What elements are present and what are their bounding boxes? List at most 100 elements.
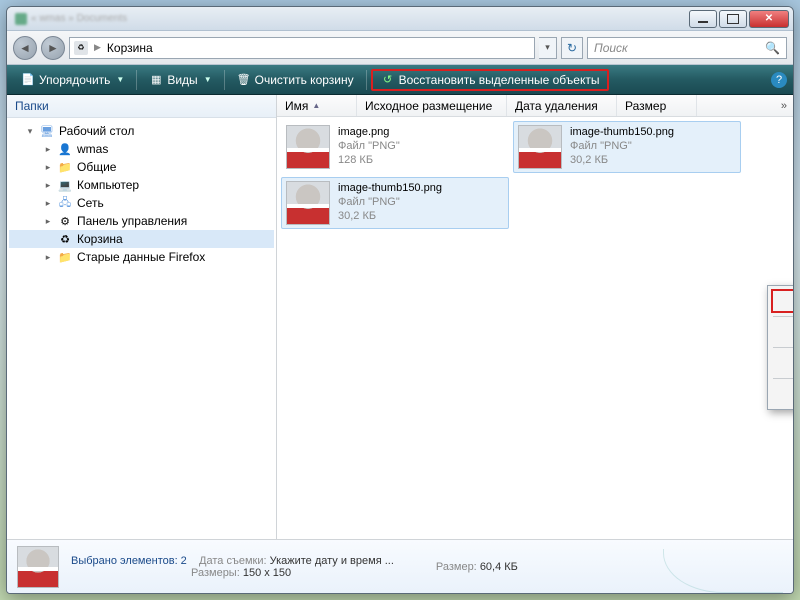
folder-icon: 📁 [57,250,73,264]
cmd-separator [224,70,225,90]
file-type: Файл "PNG" [338,196,442,210]
context-menu: Восстановить Вырезать Удалить Свойства [767,285,794,410]
file-type: Файл "PNG" [570,140,674,154]
ctx-properties[interactable]: Свойства [771,382,794,406]
restore-selected-button[interactable]: ↺ Восстановить выделенные объекты [371,69,610,91]
column-original-location[interactable]: Исходное размещение [357,95,507,116]
nav-forward-button[interactable]: ► [41,36,65,60]
search-input[interactable]: Поиск 🔍 [587,37,787,59]
expand-icon[interactable]: ▸ [43,144,53,155]
nav-pane: Папки ▾ 🖥 Рабочий стол ▸ 👤 wmas ▸ 📁 Общи… [7,95,277,539]
recycle-bin-icon: ♻ [74,41,88,55]
details-thumbnail [17,546,59,588]
restore-icon: ↺ [381,73,395,87]
close-button[interactable] [749,10,789,28]
size-value: 60,4 КБ [480,561,518,573]
nav-back-button[interactable]: ◄ [13,36,37,60]
tree-item-public[interactable]: ▸ 📁 Общие [9,158,274,176]
ctx-separator [773,347,794,348]
file-name: image-thumb150.png [570,126,674,140]
window-controls [687,10,789,28]
recycle-bin-icon: ♻ [57,232,73,246]
chevron-down-icon: ▼ [116,75,124,84]
file-size: 30,2 КБ [338,210,442,224]
file-size: 128 КБ [338,154,400,168]
network-icon: 🖧 [57,196,73,210]
ctx-restore[interactable]: Восстановить [771,289,794,313]
organize-menu[interactable]: 📄 Упорядочить▼ [13,70,132,90]
expand-icon[interactable]: ▸ [43,198,53,209]
help-button[interactable]: ? [771,72,787,88]
maximize-button[interactable] [719,10,747,28]
date-taken-value[interactable]: Укажите дату и время ... [270,555,394,567]
expand-icon[interactable]: ▸ [43,216,53,227]
date-taken-label: Дата съемки: [199,555,266,567]
dimensions-label: Размеры: [191,567,240,579]
dimensions-value: 150 x 150 [243,567,291,579]
nav-bar: ◄ ► ♻ ▶ Корзина ▾ ↻ Поиск 🔍 [7,31,793,65]
search-icon[interactable]: 🔍 [765,41,780,55]
file-size: 30,2 КБ [570,154,674,168]
file-tile[interactable]: image-thumb150.png Файл "PNG" 30,2 КБ [513,121,741,173]
expand-icon[interactable]: ▸ [43,180,53,191]
tree-item-control-panel[interactable]: ▸ ⚙ Панель управления [9,212,274,230]
tree-item-label: Компьютер [77,178,139,192]
ctx-delete[interactable]: Удалить [771,351,794,375]
explorer-body: Папки ▾ 🖥 Рабочий стол ▸ 👤 wmas ▸ 📁 Общи… [7,95,793,539]
tree-item-label: wmas [77,142,108,156]
minimize-button[interactable] [689,10,717,28]
tree-item-label: Общие [77,160,116,174]
tree-item-recycle-bin[interactable]: ♻ Корзина [9,230,274,248]
search-placeholder: Поиск [594,41,628,55]
file-grid[interactable]: image.png Файл "PNG" 128 КБ image-thumb1… [277,117,793,539]
cmd-separator [366,70,367,90]
desktop-icon: 🖥 [39,124,55,138]
file-type: Файл "PNG" [338,140,400,154]
column-size[interactable]: Размер [617,95,697,116]
file-thumbnail [286,125,330,169]
tree-item-label: Панель управления [77,214,187,228]
file-thumbnail [286,181,330,225]
file-tile[interactable]: image.png Файл "PNG" 128 КБ [281,121,509,173]
details-pane: Выбрано элементов: 2 Дата съемки: Укажит… [7,539,793,593]
address-bar[interactable]: ♻ ▶ Корзина [69,37,535,59]
views-menu[interactable]: ▦ Виды▼ [141,70,219,90]
titlebar: « wmas » Documents [7,7,793,31]
tree-item-computer[interactable]: ▸ 💻 Компьютер [9,176,274,194]
ctx-cut[interactable]: Вырезать [771,320,794,344]
user-icon: 👤 [57,142,73,156]
organize-icon: 📄 [21,73,35,87]
decorative-swoosh [663,549,783,593]
tree-item-label: Рабочий стол [59,124,134,138]
expand-icon[interactable]: ▾ [25,126,35,137]
tree-item-label: Корзина [77,232,123,246]
empty-recycle-bin-button[interactable]: 🗑 Очистить корзину [229,70,362,90]
address-dropdown-button[interactable]: ▾ [539,37,557,59]
ctx-separator [773,316,794,317]
details-text: Выбрано элементов: 2 Дата съемки: Укажит… [71,555,394,579]
details-size: Размер: 60,4 КБ [436,561,518,573]
column-name[interactable]: Имя▲ [277,95,357,116]
command-bar: 📄 Упорядочить▼ ▦ Виды▼ 🗑 Очистить корзин… [7,65,793,95]
column-date-deleted[interactable]: Дата удаления [507,95,617,116]
views-icon: ▦ [149,73,163,87]
breadcrumb-location[interactable]: Корзина [107,41,153,55]
expand-icon[interactable]: ▸ [43,162,53,173]
breadcrumb-separator-icon: ▶ [94,42,101,53]
recycle-bin-icon: 🗑 [237,73,251,87]
file-name: image.png [338,126,400,140]
tree-item-network[interactable]: ▸ 🖧 Сеть [9,194,274,212]
tree-item-user[interactable]: ▸ 👤 wmas [9,140,274,158]
titlebar-caption: « wmas » Documents [11,13,687,25]
computer-icon: 💻 [57,178,73,192]
explorer-window: « wmas » Documents ◄ ► ♻ ▶ Корзина ▾ ↻ П… [6,6,794,594]
file-tile[interactable]: image-thumb150.png Файл "PNG" 30,2 КБ [281,177,509,229]
columns-overflow-button[interactable]: » [775,100,793,112]
tree-item-desktop[interactable]: ▾ 🖥 Рабочий стол [9,122,274,140]
expand-icon[interactable]: ▸ [43,252,53,263]
refresh-button[interactable]: ↻ [561,37,583,59]
cmd-separator [136,70,137,90]
file-view: Имя▲ Исходное размещение Дата удаления Р… [277,95,793,539]
tree-item-folder[interactable]: ▸ 📁 Старые данные Firefox [9,248,274,266]
sort-asc-icon: ▲ [312,101,320,110]
